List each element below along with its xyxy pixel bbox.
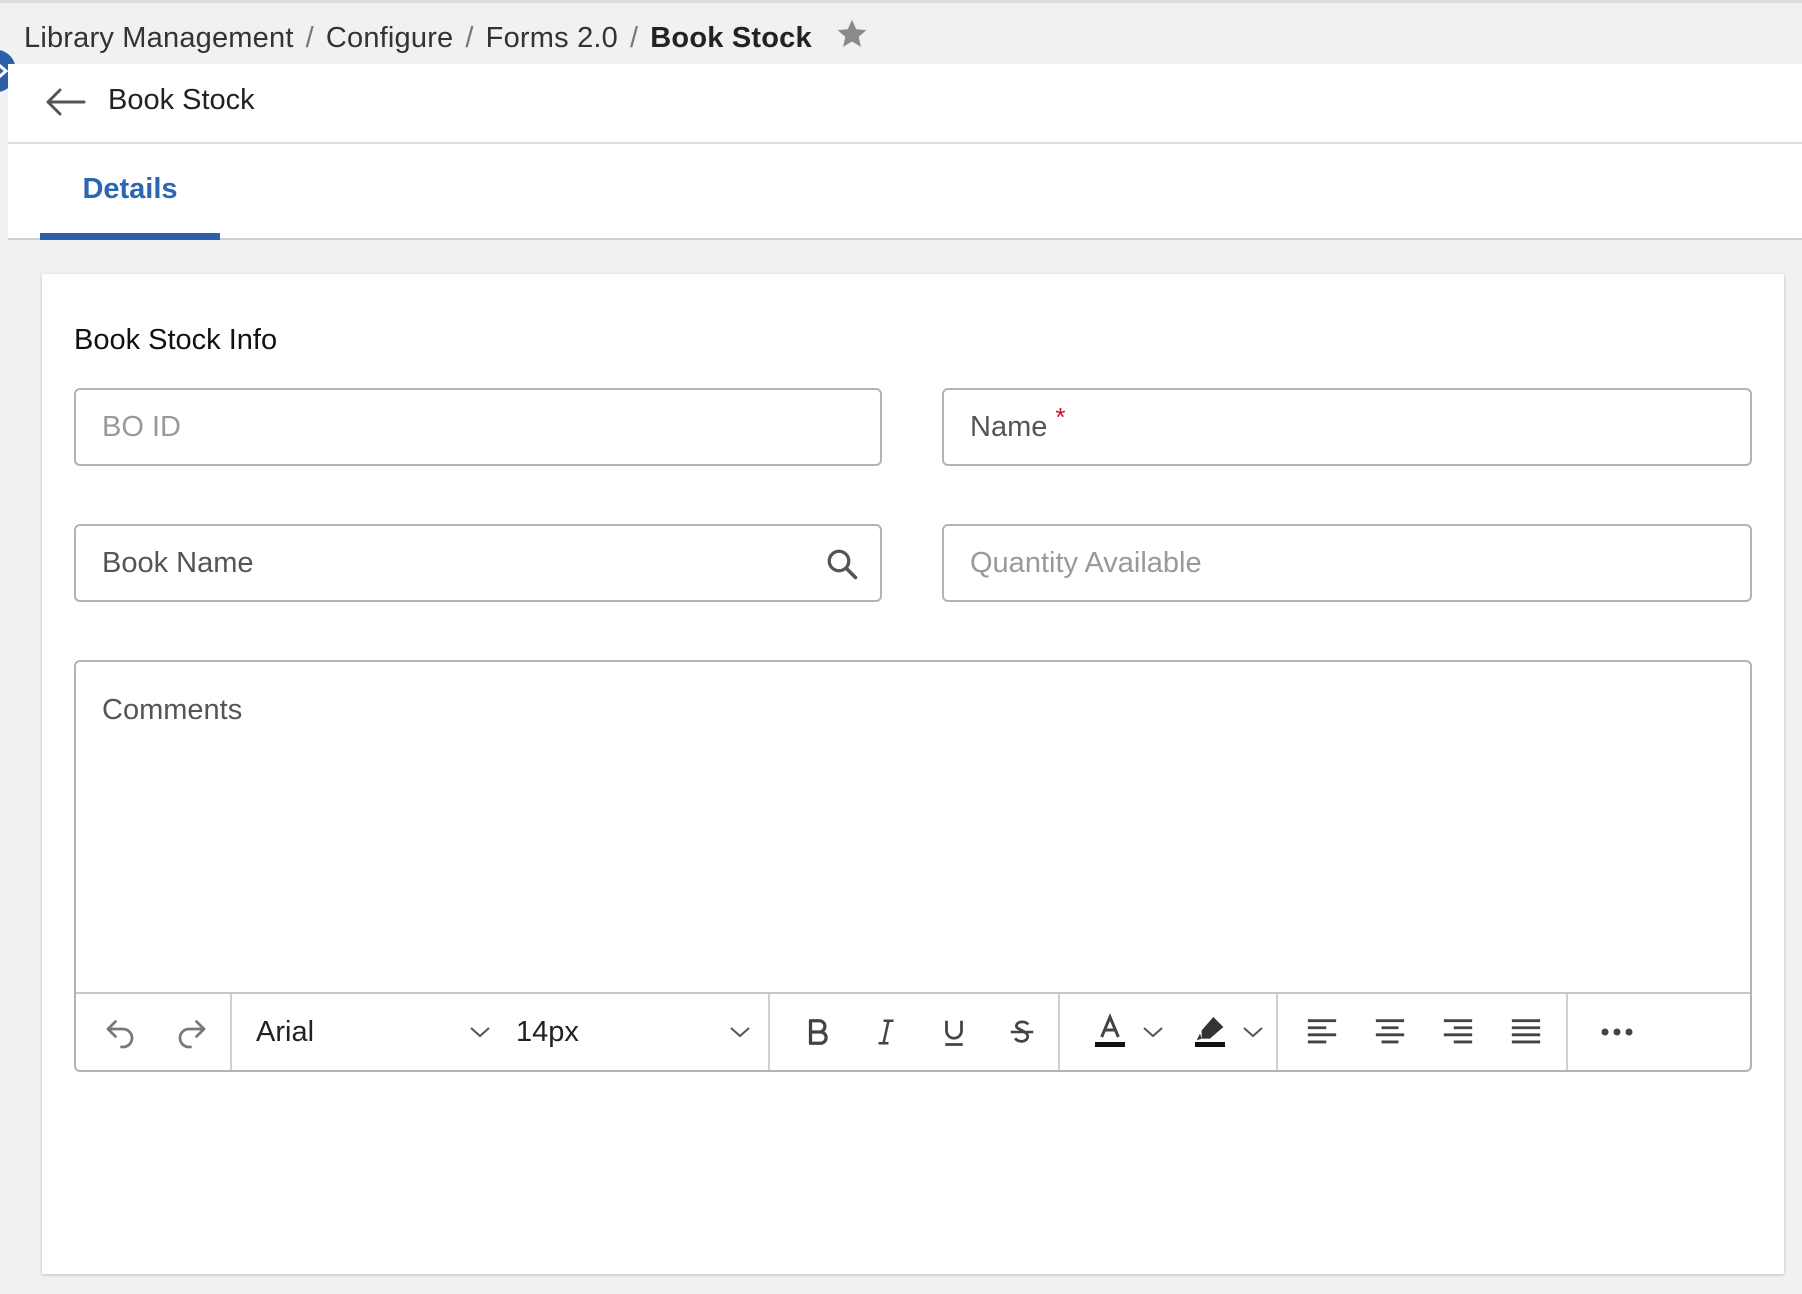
- breadcrumb-separator: /: [465, 21, 474, 54]
- tab-bar: Details: [8, 144, 1802, 240]
- bo-id-label: BO ID: [102, 410, 181, 443]
- align-right-button[interactable]: [1432, 994, 1484, 1070]
- toolbar-divider: [1058, 994, 1060, 1070]
- editor-toolbar: Arial 14px: [76, 992, 1750, 1070]
- toolbar-divider: [230, 994, 232, 1070]
- highlighter-icon: [1195, 1017, 1225, 1047]
- redo-icon: [178, 1020, 206, 1049]
- align-right-icon: [1443, 1019, 1473, 1044]
- align-center-button[interactable]: [1364, 994, 1416, 1070]
- page-header: Book Stock: [8, 64, 1802, 144]
- page-title: Book Stock: [108, 84, 255, 116]
- font-size-value: 14px: [516, 1015, 579, 1048]
- underline-button[interactable]: [928, 994, 980, 1070]
- align-left-icon: [1307, 1019, 1337, 1044]
- comments-label: Comments: [102, 694, 243, 726]
- font-color-button[interactable]: [1084, 994, 1136, 1070]
- top-border: [0, 0, 1802, 3]
- strikethrough-button[interactable]: [996, 994, 1048, 1070]
- quantity-available-field[interactable]: Quantity Available: [942, 524, 1752, 602]
- tab-details[interactable]: Details: [40, 144, 220, 234]
- underline-icon: [945, 1020, 963, 1046]
- breadcrumb-separator: /: [305, 21, 314, 54]
- chevron-down-icon[interactable]: [1238, 994, 1268, 1070]
- star-icon[interactable]: [834, 16, 870, 52]
- name-label-wrap: Name *: [970, 390, 1065, 464]
- align-center-icon: [1375, 1019, 1405, 1044]
- align-justify-icon: [1511, 1019, 1541, 1044]
- font-family-value: Arial: [256, 1015, 315, 1048]
- bo-id-field[interactable]: BO ID: [74, 388, 882, 466]
- undo-button[interactable]: [94, 994, 146, 1070]
- chevron-down-icon: [720, 994, 760, 1070]
- bold-button[interactable]: [792, 994, 844, 1070]
- undo-icon: [106, 1020, 134, 1049]
- italic-button[interactable]: [860, 994, 912, 1070]
- align-left-button[interactable]: [1296, 994, 1348, 1070]
- breadcrumb: Library Management / Configure / Forms 2…: [24, 18, 812, 58]
- highlight-color-button[interactable]: [1184, 994, 1236, 1070]
- toolbar-divider: [768, 994, 770, 1070]
- breadcrumb-separator: /: [630, 21, 639, 54]
- breadcrumb-item-configure[interactable]: Configure: [326, 22, 454, 55]
- breadcrumb-item-forms[interactable]: Forms 2.0: [486, 22, 618, 55]
- arrow-left-icon[interactable]: [44, 86, 86, 118]
- more-options-button[interactable]: [1586, 994, 1648, 1070]
- align-justify-button[interactable]: [1500, 994, 1552, 1070]
- chevron-down-icon: [460, 994, 500, 1070]
- form-card: Book Stock Info BO ID Name * Book Name Q…: [42, 274, 1784, 1274]
- name-label: Name: [970, 410, 1048, 443]
- chevron-down-icon[interactable]: [1138, 994, 1168, 1070]
- search-icon[interactable]: [824, 546, 860, 582]
- redo-button[interactable]: [166, 994, 218, 1070]
- breadcrumb-item-library-management[interactable]: Library Management: [24, 22, 294, 55]
- name-field[interactable]: Name *: [942, 388, 1752, 466]
- toolbar-divider: [1566, 994, 1568, 1070]
- bold-icon: [808, 1019, 828, 1045]
- required-marker: *: [1055, 401, 1066, 432]
- comments-editor[interactable]: Comments Arial 14px: [74, 660, 1752, 1072]
- breadcrumb-current: Book Stock: [650, 21, 812, 54]
- toolbar-divider: [1276, 994, 1278, 1070]
- book-name-field[interactable]: Book Name: [74, 524, 882, 602]
- active-tab-indicator: [40, 233, 220, 240]
- italic-icon: [878, 1019, 894, 1045]
- book-name-label: Book Name: [102, 546, 254, 579]
- font-color-icon: [1095, 1013, 1125, 1047]
- more-horizontal-icon: [1601, 1028, 1633, 1036]
- strikethrough-icon: [1010, 1020, 1034, 1043]
- section-title: Book Stock Info: [74, 324, 278, 356]
- quantity-available-label: Quantity Available: [970, 546, 1202, 579]
